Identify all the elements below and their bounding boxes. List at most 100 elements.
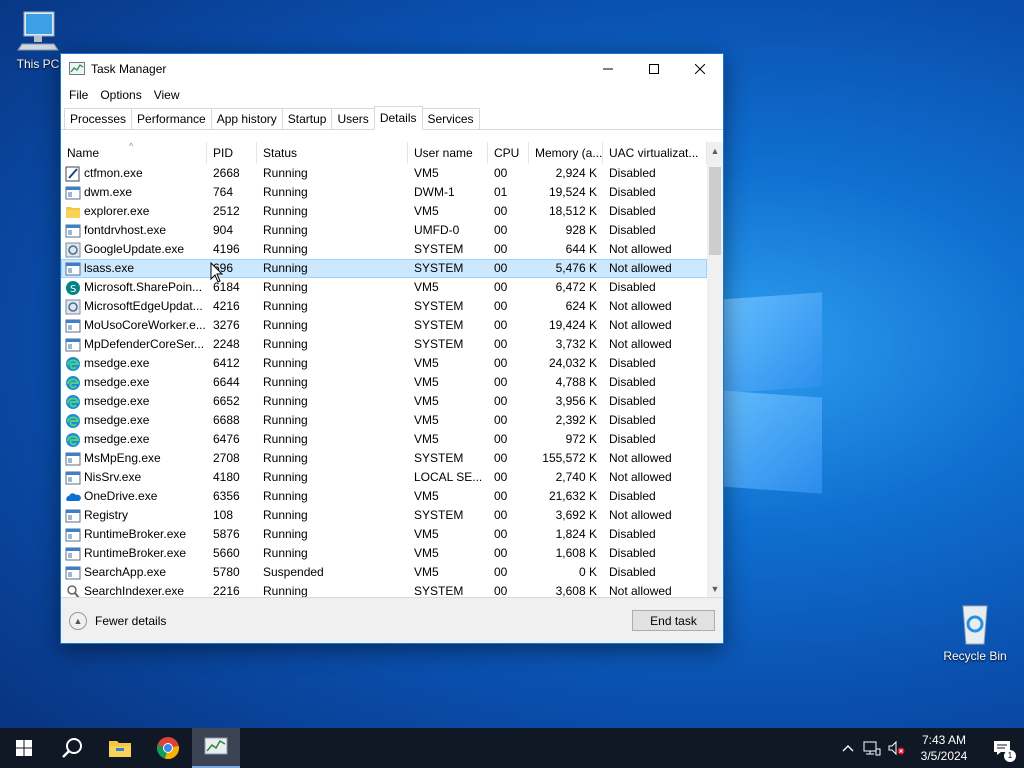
minimize-button[interactable] <box>585 54 631 84</box>
table-row[interactable]: S Microsoft.SharePoin... 6184 Running VM5 00 6… <box>61 278 707 297</box>
cell-cpu: 00 <box>494 546 508 560</box>
network-icon[interactable] <box>860 728 884 768</box>
tab-startup[interactable]: Startup <box>281 108 333 129</box>
table-row[interactable]: msedge.exe 6412 Running VM5 00 24,032 K Disabl… <box>61 354 707 373</box>
chrome-button[interactable] <box>144 728 192 768</box>
column-header-uac-virtualization[interactable]: UAC virtualizat... <box>603 142 707 164</box>
tab-details[interactable]: Details <box>373 106 423 130</box>
table-row[interactable]: GoogleUpdate.exe 4196 Running SYSTEM 00 644 K… <box>61 240 707 259</box>
cell-status: Running <box>263 356 308 370</box>
cell-name: SearchApp.exe <box>61 563 207 582</box>
table-row[interactable]: msedge.exe 6644 Running VM5 00 4,788 K Disable… <box>61 373 707 392</box>
table-row[interactable]: SearchApp.exe 5780 Suspended VM5 00 0 K Disabl… <box>61 563 707 582</box>
cell-user-name: VM5 <box>414 527 439 541</box>
column-header-pid[interactable]: PID <box>207 142 257 164</box>
table-row[interactable]: ctfmon.exe 2668 Running VM5 00 2,924 K Disable… <box>61 164 707 183</box>
start-button[interactable] <box>0 728 48 768</box>
cell-status: Running <box>263 432 308 446</box>
cell-user-name: SYSTEM <box>414 337 464 351</box>
menu-options[interactable]: Options <box>94 88 147 102</box>
scroll-up-icon[interactable]: ▲ <box>707 142 723 159</box>
column-header-name[interactable]: ^ Name <box>61 142 207 164</box>
cell-cpu: 00 <box>494 489 508 503</box>
menu-bar: File Options View <box>61 84 723 106</box>
task-manager-icon <box>69 62 85 76</box>
end-task-button[interactable]: End task <box>632 610 715 631</box>
clock[interactable]: 7:43 AM 3/5/2024 <box>908 732 980 764</box>
vertical-scrollbar[interactable]: ▲ ▼ <box>707 142 723 597</box>
cell-name: dwm.exe <box>61 183 207 202</box>
file-explorer-button[interactable] <box>96 728 144 768</box>
fewer-details-label: Fewer details <box>95 614 167 628</box>
table-row[interactable]: MoUsoCoreWorker.e... 3276 Running SYSTEM 00 1… <box>61 316 707 335</box>
cell-cpu: 00 <box>494 470 508 484</box>
cell-user-name: VM5 <box>414 204 439 218</box>
action-center-button[interactable]: 1 <box>980 728 1024 768</box>
table-row[interactable]: OneDrive.exe 6356 Running VM5 00 21,632 K Disa… <box>61 487 707 506</box>
search-button[interactable] <box>48 728 96 768</box>
table-row[interactable]: SearchIndexer.exe 2216 Running SYSTEM 00 3,60… <box>61 582 707 597</box>
table-row[interactable]: dwm.exe 764 Running DWM-1 01 19,524 K Disabled <box>61 183 707 202</box>
cell-memory: 2,924 K <box>555 166 597 180</box>
scroll-down-icon[interactable]: ▼ <box>707 580 723 597</box>
cell-name: msedge.exe <box>61 373 207 392</box>
edge-icon <box>65 432 81 448</box>
cell-user-name: SYSTEM <box>414 261 464 275</box>
cell-memory: 155,572 K <box>542 451 597 465</box>
cell-user-name: SYSTEM <box>414 299 464 313</box>
column-header-cpu[interactable]: CPU <box>488 142 529 164</box>
close-button[interactable] <box>677 54 723 84</box>
table-row[interactable]: MicrosoftEdgeUpdat... 4216 Running SYSTEM 00… <box>61 297 707 316</box>
column-header-memory[interactable]: Memory (a... <box>529 142 603 164</box>
menu-view[interactable]: View <box>148 88 186 102</box>
cell-status: Running <box>263 375 308 389</box>
cell-user-name: VM5 <box>414 432 439 446</box>
table-row[interactable]: Registry 108 Running SYSTEM 00 3,692 K Not all… <box>61 506 707 525</box>
table-row[interactable]: msedge.exe 6476 Running VM5 00 972 K Disabled <box>61 430 707 449</box>
clock-time: 7:43 AM <box>921 733 967 747</box>
cell-uac-virtualization: Not allowed <box>609 337 672 351</box>
installer-icon <box>65 242 81 258</box>
maximize-button[interactable] <box>631 54 677 84</box>
table-row[interactable]: lsass.exe 696 Running SYSTEM 00 5,476 K Not al… <box>61 259 707 278</box>
cell-pid: 6412 <box>213 356 240 370</box>
cell-cpu: 00 <box>494 394 508 408</box>
tab-processes[interactable]: Processes <box>64 108 133 129</box>
show-hidden-icons-chevron-up-icon[interactable] <box>836 728 860 768</box>
cell-status: Running <box>263 413 308 427</box>
cell-cpu: 00 <box>494 375 508 389</box>
cell-pid: 108 <box>213 508 234 522</box>
window-title: Task Manager <box>91 62 167 76</box>
tab-users[interactable]: Users <box>331 108 375 129</box>
column-header-user-name[interactable]: User name <box>408 142 488 164</box>
table-row[interactable]: msedge.exe 6688 Running VM5 00 2,392 K Disable… <box>61 411 707 430</box>
cell-uac-virtualization: Disabled <box>609 527 656 541</box>
cell-pid: 6652 <box>213 394 240 408</box>
app-window-icon <box>65 451 81 467</box>
column-header-row: ^ Name PID Status User name CPU Memory (… <box>61 142 707 164</box>
table-row[interactable]: fontdrvhost.exe 904 Running UMFD-0 00 928 K Di… <box>61 221 707 240</box>
volume-muted-icon[interactable] <box>884 728 908 768</box>
task-manager-taskbar-button[interactable] <box>192 728 240 768</box>
fewer-details-button[interactable]: ▲ Fewer details <box>69 612 166 630</box>
tab-services[interactable]: Services <box>421 108 480 129</box>
table-row[interactable]: RuntimeBroker.exe 5660 Running VM5 00 1,608 K… <box>61 544 707 563</box>
process-name: SearchApp.exe <box>84 565 167 579</box>
table-row[interactable]: NisSrv.exe 4180 Running LOCAL SE... 00 2,740 … <box>61 468 707 487</box>
cell-memory: 972 K <box>565 432 597 446</box>
this-pc-label: This PC <box>16 57 60 71</box>
menu-file[interactable]: File <box>63 88 94 102</box>
table-row[interactable]: MpDefenderCoreSer... 2248 Running SYSTEM 00 3… <box>61 335 707 354</box>
table-row[interactable]: RuntimeBroker.exe 5876 Running VM5 00 1,824 K… <box>61 525 707 544</box>
table-row[interactable]: msedge.exe 6652 Running VM5 00 3,956 K Disable… <box>61 392 707 411</box>
scrollbar-thumb[interactable] <box>709 167 721 255</box>
tab-app-history[interactable]: App history <box>210 108 283 129</box>
cell-user-name: VM5 <box>414 565 439 579</box>
table-row[interactable]: MsMpEng.exe 2708 Running SYSTEM 00 155,572 K N… <box>61 449 707 468</box>
title-bar[interactable]: Task Manager <box>61 54 723 84</box>
table-row[interactable]: explorer.exe 2512 Running VM5 00 18,512 K Disa… <box>61 202 707 221</box>
desktop-icon-recycle-bin[interactable]: Recycle Bin <box>937 600 1013 663</box>
cell-status: Running <box>263 299 308 313</box>
column-header-status[interactable]: Status <box>257 142 408 164</box>
tab-performance[interactable]: Performance <box>131 108 212 129</box>
